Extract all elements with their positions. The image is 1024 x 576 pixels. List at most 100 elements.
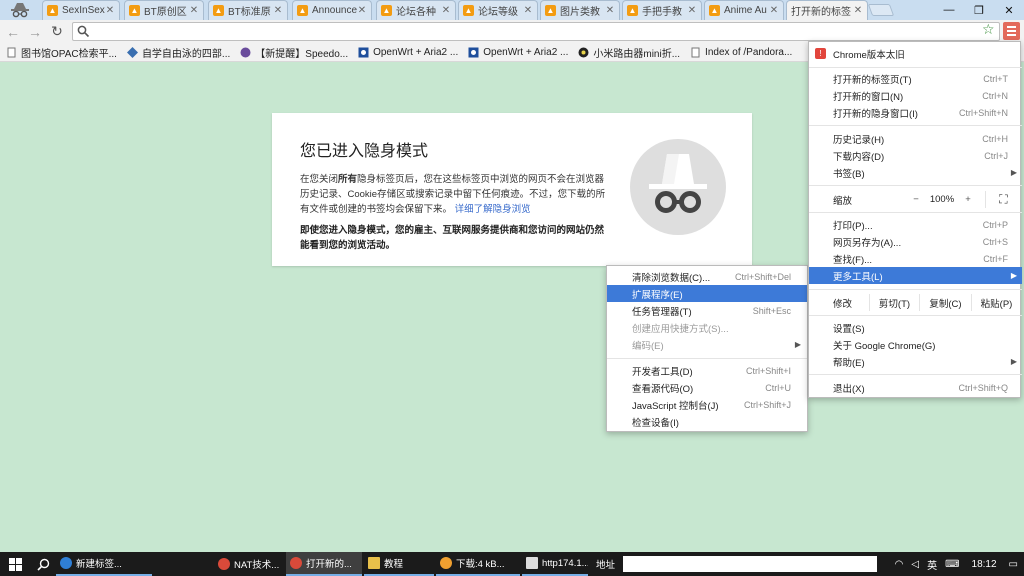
folder-icon xyxy=(368,557,380,569)
network-icon[interactable]: ◠ xyxy=(895,559,904,570)
exit-item[interactable]: 退出(X) Ctrl+Shift+Q xyxy=(809,379,1022,396)
zoom-in-button[interactable]: + xyxy=(957,194,979,205)
shortcut-label: Ctrl+Shift+I xyxy=(745,365,791,376)
inspect-devices-item[interactable]: 检查设备(I) xyxy=(607,413,807,430)
omnibox[interactable] xyxy=(72,22,1000,41)
history-item[interactable]: 历史记录(H) Ctrl+H xyxy=(809,130,1022,147)
learn-more-link[interactable]: 详细了解隐身浏览 xyxy=(455,204,531,215)
more-tools-item[interactable]: 更多工具(L) ▶ xyxy=(809,267,1022,284)
extensions-item[interactable]: 扩展程序(E) xyxy=(607,285,807,302)
close-icon[interactable]: ✕ xyxy=(853,5,863,16)
taskbar-item-chrome-active[interactable]: 打开新的... xyxy=(286,552,362,576)
taskbar-item-file[interactable]: http174.1... xyxy=(522,552,588,576)
menu-item-label: 查看源代码(O) xyxy=(632,383,694,395)
maximize-button[interactable]: ❐ xyxy=(964,0,994,20)
new-window-item[interactable]: 打开新的窗口(N) Ctrl+N xyxy=(809,87,1022,104)
minimize-button[interactable]: — xyxy=(934,0,964,20)
bookmark-item[interactable]: 自学自由泳的四部... xyxy=(126,45,230,60)
menu-divider xyxy=(809,289,1022,290)
close-icon[interactable]: ✕ xyxy=(441,5,451,16)
address-input[interactable] xyxy=(623,556,878,572)
tab-7[interactable]: ▲ 图片类教 ✕ xyxy=(540,0,620,20)
view-source-item[interactable]: 查看源代码(O) Ctrl+U xyxy=(607,379,807,396)
bookmark-item[interactable]: 小米路由器mini折... xyxy=(578,45,680,60)
chevron-right-icon: ▶ xyxy=(1010,357,1017,366)
bookmark-item[interactable]: 【新提醒】Speedo... xyxy=(240,45,348,60)
chevron-right-icon: ▶ xyxy=(1010,271,1017,280)
copy-button[interactable]: 复制(C) xyxy=(919,294,971,311)
close-icon[interactable]: ✕ xyxy=(769,5,779,16)
close-icon[interactable]: ✕ xyxy=(273,5,283,16)
taskbar-item-chrome-nat[interactable]: NAT技术... xyxy=(214,552,284,576)
save-page-as-item[interactable]: 网页另存为(A)... Ctrl+S xyxy=(809,233,1022,250)
tab-active[interactable]: 打开新的标签 ✕ xyxy=(786,0,868,20)
bookmark-item[interactable]: OpenWrt + Aria2 ... xyxy=(468,47,568,58)
menu-item-label: 打开新的窗口(N) xyxy=(833,91,904,103)
menu-item-label: 编码(E) xyxy=(632,340,664,352)
about-chrome-item[interactable]: 关于 Google Chrome(G) xyxy=(809,336,1022,353)
encoding-item[interactable]: 编码(E) ▶ xyxy=(607,336,807,353)
find-item[interactable]: 查找(F)... Ctrl+F xyxy=(809,250,1022,267)
downloads-item[interactable]: 下载内容(D) Ctrl+J xyxy=(809,147,1022,164)
new-incognito-window-item[interactable]: 打开新的隐身窗口(I) Ctrl+Shift+N xyxy=(809,104,1022,121)
clear-browsing-data-item[interactable]: 清除浏览数据(C)... Ctrl+Shift+Del xyxy=(607,268,807,285)
task-manager-item[interactable]: 任务管理器(T) Shift+Esc xyxy=(607,302,807,319)
ime-indicator[interactable]: 英 xyxy=(927,557,937,572)
tab-1[interactable]: ▲ SexInSex! ✕ xyxy=(42,0,120,20)
description-text: 在您关闭 xyxy=(300,174,339,185)
keyboard-icon[interactable]: ⌨ xyxy=(945,559,959,570)
chrome-menu-button[interactable] xyxy=(1003,22,1020,40)
javascript-console-item[interactable]: JavaScript 控制台(J) Ctrl+Shift+J xyxy=(607,396,807,413)
volume-icon[interactable]: ◁ xyxy=(911,559,919,570)
taskbar-search-button[interactable] xyxy=(30,552,56,576)
tab-6[interactable]: ▲ 论坛等级 ✕ xyxy=(458,0,538,20)
tab-9[interactable]: ▲ Anime Au ✕ xyxy=(704,0,784,20)
tab-8[interactable]: ▲ 手把手教 ✕ xyxy=(622,0,702,20)
close-icon[interactable]: ✕ xyxy=(105,5,115,16)
developer-tools-item[interactable]: 开发者工具(D) Ctrl+Shift+I xyxy=(607,362,807,379)
tab-label: SexInSex! xyxy=(62,5,105,16)
tab-3[interactable]: ▲ BT标准原 ✕ xyxy=(208,0,288,20)
tab-label: BT标准原 xyxy=(228,7,271,18)
fullscreen-button[interactable]: ⛶ xyxy=(985,191,1021,208)
menu-item-label: 书签(B) xyxy=(833,168,865,180)
start-button[interactable] xyxy=(0,552,30,576)
close-window-button[interactable]: ✕ xyxy=(994,0,1024,20)
close-icon[interactable]: ✕ xyxy=(189,5,199,16)
zoom-out-button[interactable]: − xyxy=(905,194,927,205)
taskbar-item-folder[interactable]: 教程 xyxy=(364,552,434,576)
taskbar-item-edge[interactable]: 新建标签... xyxy=(56,552,152,576)
back-button[interactable]: ← xyxy=(4,23,22,41)
new-tab-button[interactable] xyxy=(867,4,895,16)
tab-label: 论坛等级 xyxy=(478,7,518,18)
notification-icon[interactable]: ▭ xyxy=(1009,559,1018,570)
tab-2[interactable]: ▲ BT原创区 ✕ xyxy=(124,0,204,20)
close-icon[interactable]: ✕ xyxy=(687,5,697,16)
tab-label: BT原创区 xyxy=(144,7,187,18)
forward-button[interactable]: → xyxy=(26,23,44,41)
settings-item[interactable]: 设置(S) xyxy=(809,319,1022,336)
address-toolbar: 地址 xyxy=(596,556,878,572)
tab-4[interactable]: ▲ Announce ✕ xyxy=(292,0,372,20)
shortcut-label: Ctrl+Shift+J xyxy=(743,399,791,410)
bookmark-item[interactable]: Index of /Pandora... xyxy=(690,47,792,58)
menu-divider xyxy=(809,212,1022,213)
tab-5[interactable]: ▲ 论坛各种 ✕ xyxy=(376,0,456,20)
cut-button[interactable]: 剪切(T) xyxy=(869,294,919,311)
bookmark-item[interactable]: OpenWrt + Aria2 ... xyxy=(358,47,458,58)
close-icon[interactable]: ✕ xyxy=(523,5,533,16)
clock[interactable]: 18:12 xyxy=(972,559,997,570)
close-icon[interactable]: ✕ xyxy=(357,5,367,16)
close-icon[interactable]: ✕ xyxy=(605,5,615,16)
help-item[interactable]: 帮助(E) ▶ xyxy=(809,353,1022,370)
update-chrome-item[interactable]: ! Chrome版本太旧 xyxy=(809,45,1022,62)
taskbar-item-download[interactable]: 下载:4 kB... xyxy=(436,552,520,576)
new-tab-item[interactable]: 打开新的标签页(T) Ctrl+T xyxy=(809,70,1022,87)
more-tools-submenu: 清除浏览数据(C)... Ctrl+Shift+Del 扩展程序(E) 任务管理… xyxy=(606,265,808,432)
bookmark-item[interactable]: 图书馆OPAC检索平... xyxy=(6,45,117,60)
bookmark-star-icon[interactable]: ☆ xyxy=(982,21,995,38)
reload-button[interactable]: ↻ xyxy=(48,23,66,41)
bookmarks-item[interactable]: 书签(B) ▶ xyxy=(809,164,1022,181)
paste-button[interactable]: 粘贴(P) xyxy=(971,294,1021,311)
print-item[interactable]: 打印(P)... Ctrl+P xyxy=(809,216,1022,233)
